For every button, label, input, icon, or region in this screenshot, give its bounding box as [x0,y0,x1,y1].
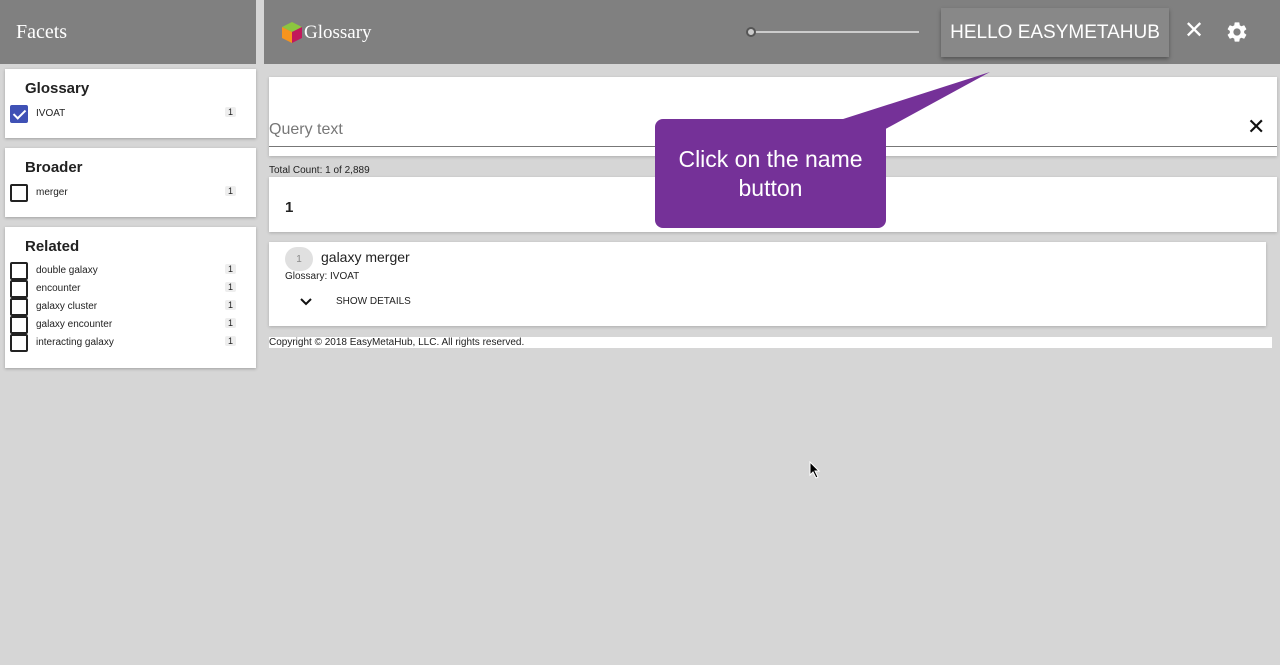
facets-header: Facets [0,0,256,64]
zoom-slider-thumb[interactable] [746,27,756,37]
facet-item-count: 1 [224,300,236,310]
facet-item-count: 1 [224,282,236,292]
facet-item-count: 1 [224,186,236,196]
clear-search-icon[interactable]: ✕ [1247,116,1265,138]
facet-item-label: interacting galaxy [36,337,114,348]
top-app-bar: Glossary HELLO EASYMETAHUB ✕ [264,0,1280,64]
facet-item-count: 1 [224,107,236,117]
app-title: Glossary [304,22,372,43]
checkbox[interactable] [10,280,28,298]
gear-icon[interactable] [1225,20,1249,44]
checkbox[interactable] [10,184,28,202]
total-count: Total Count: 1 of 2,889 [269,165,370,176]
facet-item-count: 1 [224,264,236,274]
mouse-cursor-icon [809,461,821,479]
user-name-button[interactable]: HELLO EASYMETAHUB [941,8,1169,57]
facet-title: Broader [25,159,83,176]
facet-item-label: galaxy cluster [36,301,98,312]
facet-item-encounter[interactable]: encounter 1 [5,280,256,298]
result-title[interactable]: galaxy merger [321,249,410,265]
facet-item-label: encounter [36,283,81,294]
checkbox[interactable] [10,334,28,352]
facet-group-glossary: Glossary IVOAT 1 [5,69,256,138]
checkbox-checked[interactable] [10,105,28,123]
footer-copyright: Copyright © 2018 EasyMetaHub, LLC. All r… [269,337,1272,348]
zoom-slider-track[interactable] [751,31,919,33]
show-details-button[interactable]: SHOW DETAILS [336,296,411,307]
cube-logo-icon [282,22,302,43]
facet-group-broader: Broader merger 1 [5,148,256,217]
facet-item-count: 1 [224,336,236,346]
facet-item-label: merger [36,187,68,198]
facet-item-interacting-galaxy[interactable]: interacting galaxy 1 [5,334,256,352]
chevron-down-icon[interactable] [300,296,312,308]
facet-item-ivoat[interactable]: IVOAT 1 [5,105,256,123]
checkbox[interactable] [10,298,28,316]
facet-item-label: galaxy encounter [36,319,113,330]
facet-item-count: 1 [224,318,236,328]
facet-item-double-galaxy[interactable]: double galaxy 1 [5,262,256,280]
facet-title: Glossary [25,80,90,97]
result-glossary: Glossary: IVOAT [285,271,360,282]
page-number-button[interactable]: 1 [285,199,293,216]
checkbox[interactable] [10,262,28,280]
facet-item-galaxy-encounter[interactable]: galaxy encounter 1 [5,316,256,334]
rank-badge: 1 [285,247,313,271]
facet-item-label: double galaxy [36,265,98,276]
result-card: 1 galaxy merger Glossary: IVOAT SHOW DET… [269,242,1266,326]
tutorial-tooltip: Click on the name button [655,119,886,228]
facet-group-related: Related double galaxy 1 encounter 1 gala… [5,227,256,368]
facet-title: Related [25,238,80,255]
close-icon[interactable]: ✕ [1184,19,1204,43]
checkbox[interactable] [10,316,28,334]
facet-item-merger[interactable]: merger 1 [5,184,256,202]
facet-item-galaxy-cluster[interactable]: galaxy cluster 1 [5,298,256,316]
facet-item-label: IVOAT [36,108,66,119]
